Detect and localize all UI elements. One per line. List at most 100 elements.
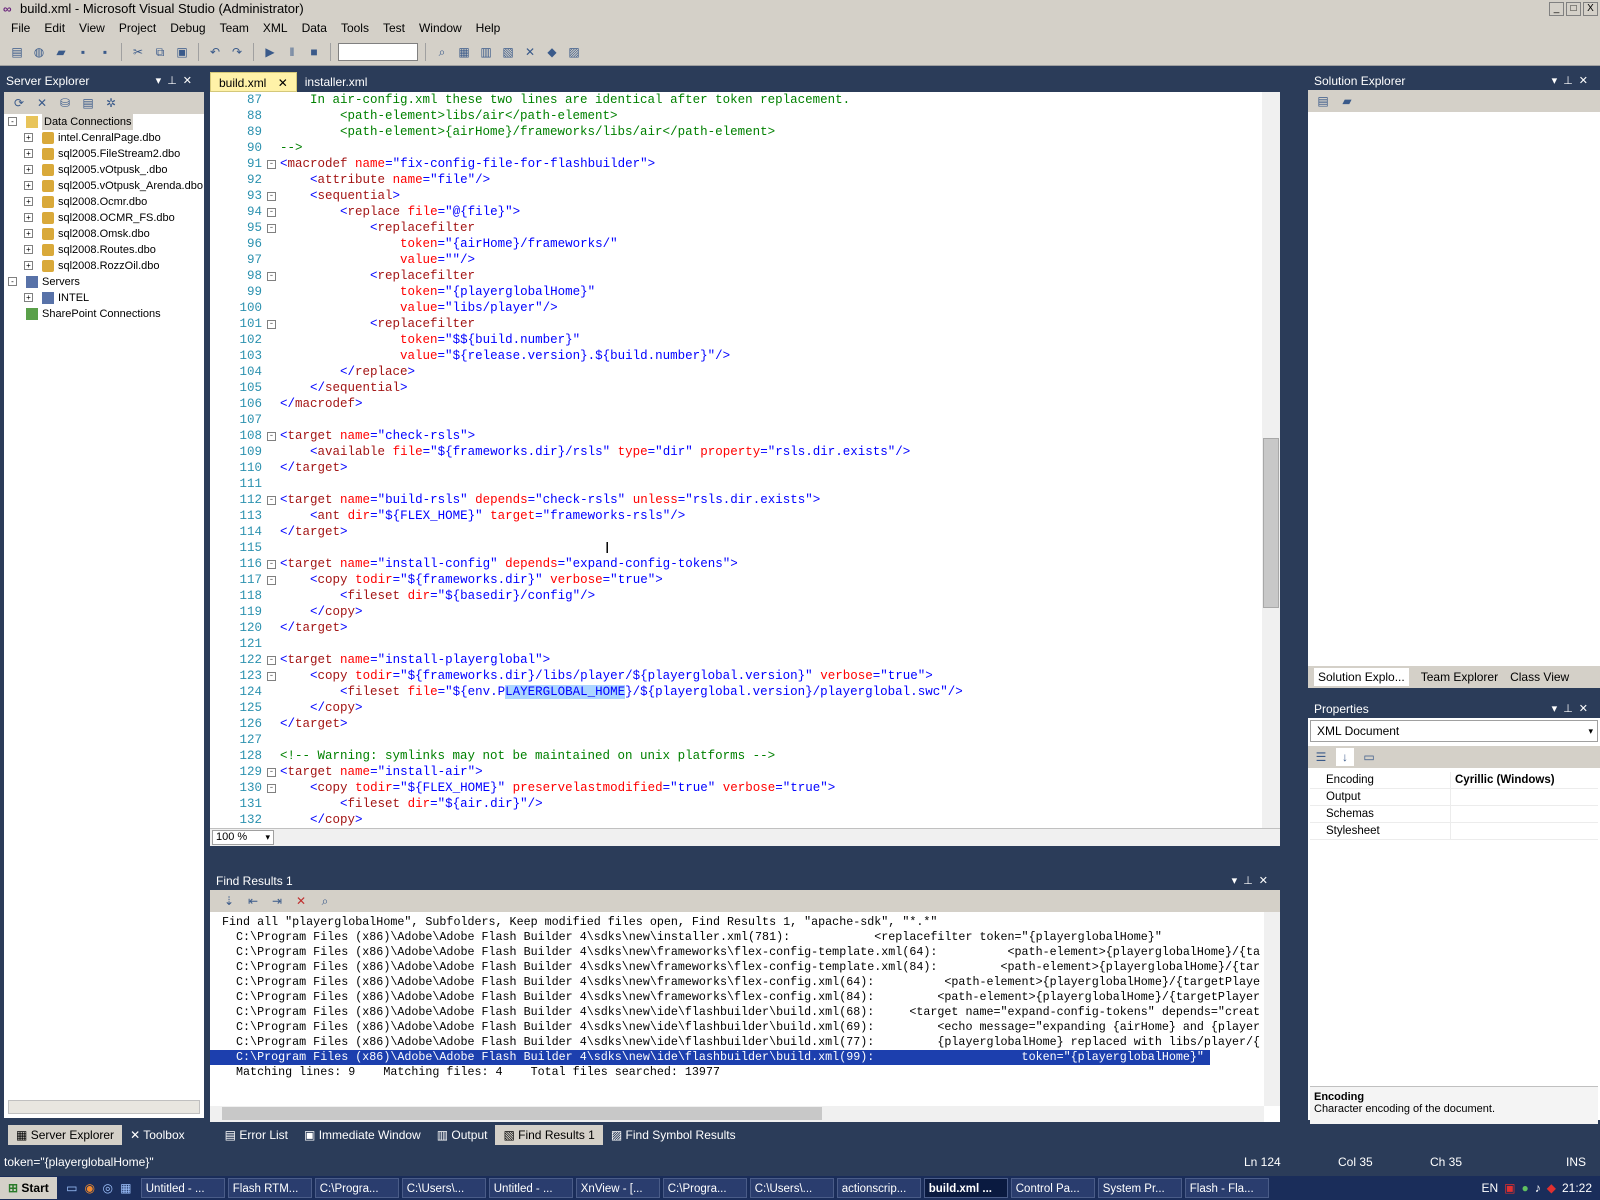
find-result-line[interactable]: C:\Program Files (x86)\Adobe\Adobe Flash… [210, 930, 1260, 945]
code-line[interactable]: 131 <fileset dir="${air.dir}"/> [210, 796, 1260, 812]
code-line[interactable]: 124 <fileset file="${env.PLAYERGLOBAL_HO… [210, 684, 1260, 700]
taskbar-button[interactable]: System Pr... [1097, 1178, 1182, 1198]
redo-icon[interactable]: ↷ [228, 43, 246, 61]
taskbar-button[interactable]: Untitled - ... [140, 1178, 225, 1198]
copy-icon[interactable]: ⧉ [151, 43, 169, 61]
maximize-button[interactable]: □ [1566, 2, 1581, 16]
tab-class-view[interactable]: Class View [1510, 670, 1569, 684]
property-value[interactable] [1450, 806, 1598, 823]
property-value[interactable] [1450, 789, 1598, 806]
code-line[interactable]: 87 In air-config.xml these two lines are… [210, 92, 1260, 108]
taskbar-button[interactable]: C:\Progra... [662, 1178, 747, 1198]
tab-find-results[interactable]: ▧ Find Results 1 [495, 1125, 603, 1145]
start-button[interactable]: ⊞ Start [0, 1177, 57, 1199]
expand-icon[interactable]: + [24, 261, 33, 270]
panel-controls[interactable]: ▾⊥✕ [156, 72, 198, 90]
tab-installer-xml[interactable]: installer.xml [297, 72, 376, 92]
collapse-icon[interactable]: - [267, 192, 276, 201]
code-line[interactable]: 111 [210, 476, 1260, 492]
tree-item[interactable]: + intel.CenralPage.dbo [4, 130, 204, 146]
collapse-icon[interactable]: - [267, 432, 276, 441]
menu-view[interactable]: View [72, 21, 112, 35]
menu-window[interactable]: Window [412, 21, 469, 35]
stop-icon[interactable]: ■ [305, 43, 323, 61]
code-area[interactable]: 87 In air-config.xml these two lines are… [210, 92, 1260, 826]
tab-output[interactable]: ▥ Output [429, 1125, 496, 1145]
taskbar-button[interactable]: actionscrip... [836, 1178, 921, 1198]
start-debugging-icon[interactable]: ▶ [261, 43, 279, 61]
code-line[interactable]: 127 [210, 732, 1260, 748]
code-line[interactable]: 121 [210, 636, 1260, 652]
collapse-icon[interactable]: - [267, 672, 276, 681]
code-line[interactable]: 123- <copy todir="${frameworks.dir}/libs… [210, 668, 1260, 684]
menu-team[interactable]: Team [213, 21, 256, 35]
tree-item[interactable]: - Data Connections [4, 114, 204, 130]
ie-icon[interactable]: ◎ [99, 1179, 117, 1197]
collapse-icon[interactable]: - [267, 768, 276, 777]
next-location-icon[interactable]: ⇥ [268, 892, 286, 910]
tab-toolbox[interactable]: ✕ Toolbox [122, 1125, 193, 1145]
menu-project[interactable]: Project [112, 21, 163, 35]
find-result-line[interactable]: C:\Program Files (x86)\Adobe\Adobe Flash… [210, 945, 1260, 960]
show-desktop-icon[interactable]: ▭ [63, 1179, 81, 1197]
refresh-icon[interactable]: ⟳ [10, 94, 28, 112]
zoom-combo[interactable]: 100 % ▾ [212, 830, 274, 845]
tab-error-list[interactable]: ▤ Error List [217, 1125, 296, 1145]
paste-icon[interactable]: ▣ [173, 43, 191, 61]
panel-controls[interactable]: ▾⊥✕ [1552, 700, 1594, 718]
taskbar-button[interactable]: C:\Progra... [314, 1178, 399, 1198]
taskbar-button[interactable]: XnView - [... [575, 1178, 660, 1198]
code-line[interactable]: 120 </target> [210, 620, 1260, 636]
code-line[interactable]: 117- <copy todir="${frameworks.dir}" ver… [210, 572, 1260, 588]
panel-controls[interactable]: ▾⊥✕ [1552, 72, 1594, 90]
volume-tray-icon[interactable]: ♪ [1535, 1181, 1541, 1195]
taskbar-button[interactable]: C:\Users\... [749, 1178, 834, 1198]
code-line[interactable]: 100 value="libs/player"/> [210, 300, 1260, 316]
stop-find-icon[interactable]: ⌕ [316, 892, 334, 910]
connect-database-icon[interactable]: ⛁ [56, 94, 74, 112]
clear-all-icon[interactable]: ✕ [292, 892, 310, 910]
properties-icon[interactable]: ▥ [477, 43, 495, 61]
code-line[interactable]: 104 </replace> [210, 364, 1260, 380]
minimize-button[interactable]: _ [1549, 2, 1564, 16]
code-line[interactable]: 102 token="$${build.number}" [210, 332, 1260, 348]
expand-icon[interactable]: + [24, 229, 33, 238]
flash-tray-icon[interactable]: ▣ [1504, 1181, 1515, 1195]
scroll-thumb[interactable] [222, 1107, 822, 1120]
expand-icon[interactable]: + [24, 133, 33, 142]
alphabetical-icon[interactable]: ↓ [1336, 748, 1354, 766]
code-line[interactable]: 116- <target name="install-config" depend… [210, 556, 1260, 572]
code-line[interactable]: 99 token="{playerglobalHome}" [210, 284, 1260, 300]
tab-build-xml[interactable]: build.xml ✕ [210, 72, 297, 92]
collapse-icon[interactable]: - [267, 784, 276, 793]
expand-icon[interactable]: + [24, 165, 33, 174]
code-line[interactable]: 110 </target> [210, 460, 1260, 476]
start-page-icon[interactable]: ▨ [565, 43, 583, 61]
tree-item[interactable]: + sql2005.vOtpusk_Arenda.dbo [4, 178, 204, 194]
code-line[interactable]: 130- <copy todir="${FLEX_HOME}" preserve… [210, 780, 1260, 796]
find-result-line[interactable]: C:\Program Files (x86)\Adobe\Adobe Flash… [210, 1005, 1260, 1020]
find-results-vertical-scrollbar[interactable] [1264, 912, 1280, 1106]
team-explorer-icon[interactable]: ◆ [543, 43, 561, 61]
expand-icon[interactable]: + [24, 245, 33, 254]
add-item-icon[interactable]: ◍ [30, 43, 48, 61]
property-row[interactable]: Output [1310, 789, 1598, 806]
tree-item[interactable]: + INTEL [4, 290, 204, 306]
code-line[interactable]: 93- <sequential> [210, 188, 1260, 204]
firefox-icon[interactable]: ◉ [81, 1179, 99, 1197]
menu-test[interactable]: Test [376, 21, 412, 35]
code-line[interactable]: 96 token="{airHome}/frameworks/" [210, 236, 1260, 252]
collapse-icon[interactable]: - [8, 277, 17, 286]
code-line[interactable]: 112- <target name="build-rsls" depends="c… [210, 492, 1260, 508]
tree-item[interactable]: - Servers [4, 274, 204, 290]
code-line[interactable]: 92 <attribute name="file"/> [210, 172, 1260, 188]
find-result-line[interactable]: C:\Program Files (x86)\Adobe\Adobe Flash… [210, 960, 1260, 975]
code-line[interactable]: 97 value=""/> [210, 252, 1260, 268]
undo-icon[interactable]: ↶ [206, 43, 224, 61]
categorized-icon[interactable]: ☰ [1312, 748, 1330, 766]
code-line[interactable]: 113 <ant dir="${FLEX_HOME}" target="fram… [210, 508, 1260, 524]
code-line[interactable]: 115 [210, 540, 1260, 556]
menu-debug[interactable]: Debug [163, 21, 212, 35]
solution-explorer-icon[interactable]: ▦ [455, 43, 473, 61]
go-to-location-icon[interactable]: ⇣ [220, 892, 238, 910]
